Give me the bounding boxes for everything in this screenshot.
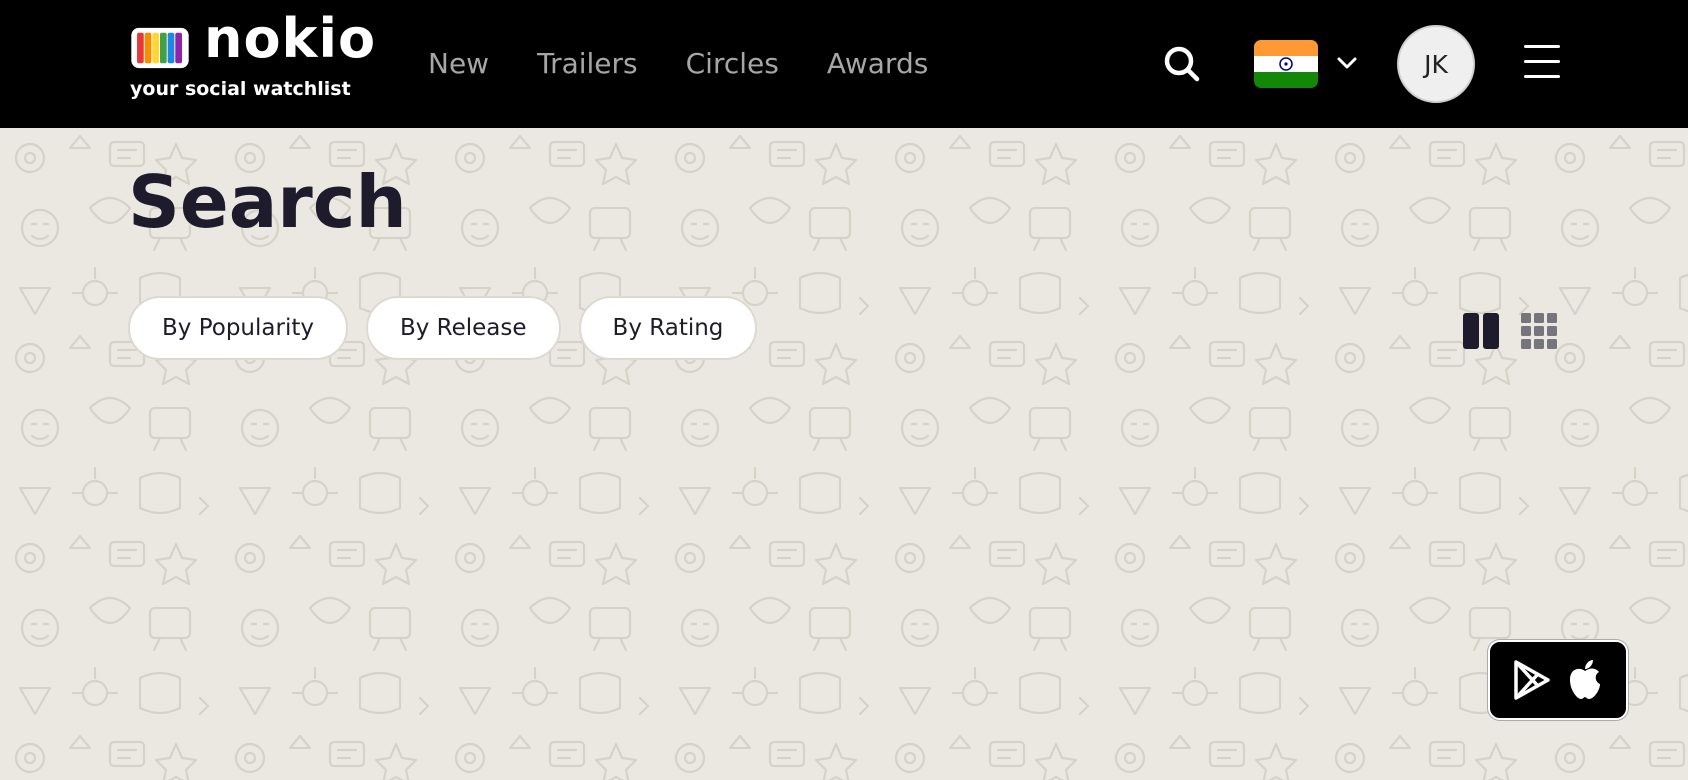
two-column-grid-icon[interactable] (1462, 312, 1500, 350)
view-toggle (1462, 312, 1558, 350)
brand-name: nokio (204, 7, 377, 70)
google-play-icon[interactable] (1512, 659, 1552, 701)
tv-logo-icon (131, 27, 189, 69)
main-nav: New Trailers Circles Awards (428, 44, 976, 84)
user-avatar[interactable]: JK (1397, 25, 1475, 103)
nav-item-circles[interactable]: Circles (686, 44, 779, 84)
hamburger-menu-icon[interactable] (1524, 45, 1560, 81)
nav-item-trailers[interactable]: Trailers (537, 44, 638, 84)
search-icon[interactable] (1162, 44, 1202, 84)
top-navigation-bar: nokio your social watchlist New Trailers… (0, 0, 1688, 128)
sort-by-release-button[interactable]: By Release (365, 296, 561, 360)
page-title: Search (128, 160, 407, 244)
nav-item-awards[interactable]: Awards (827, 44, 928, 84)
avatar-initials: JK (1424, 49, 1448, 79)
chevron-down-icon[interactable] (1336, 56, 1358, 70)
nav-item-new[interactable]: New (428, 44, 489, 84)
sort-by-rating-button[interactable]: By Rating (578, 296, 758, 360)
nokio-logo[interactable]: nokio your social watchlist (128, 12, 375, 102)
india-flag-icon[interactable] (1254, 40, 1318, 88)
brand-tagline: your social watchlist (130, 78, 351, 100)
three-by-three-grid-icon[interactable] (1520, 312, 1558, 350)
sort-options: By Popularity By Release By Rating (128, 296, 775, 360)
app-download-badge[interactable] (1488, 640, 1628, 720)
apple-icon[interactable] (1566, 659, 1604, 701)
sort-by-popularity-button[interactable]: By Popularity (128, 296, 348, 360)
